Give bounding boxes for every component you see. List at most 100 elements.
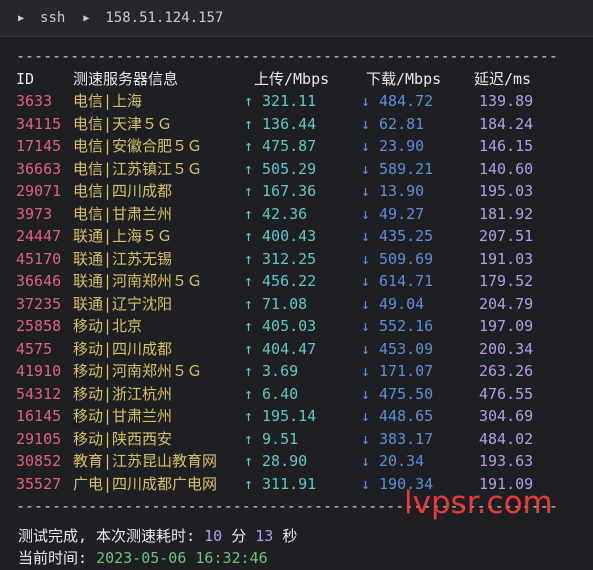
cell-download-value: 383.17 — [379, 429, 434, 448]
cell-upload: ↑ 456.22 — [244, 270, 316, 293]
cell-id: 3973 — [16, 204, 53, 223]
duration-minutes: 10 — [204, 526, 223, 545]
cell-download: ↓ 614.71 — [361, 270, 433, 293]
arrow-up-icon: ↑ — [244, 429, 254, 448]
cell-id: 36663 — [16, 159, 62, 178]
cell-upload: ↑ 167.36 — [244, 180, 316, 203]
breadcrumb-bar: ▶ ssh ▶ 158.51.124.157 — [0, 0, 593, 37]
cell-upload-value: 312.25 — [262, 249, 317, 268]
cell-upload: ↑ 405.03 — [244, 315, 316, 338]
cell-download: ↓ 484.72 — [361, 90, 433, 113]
arrow-down-icon: ↓ — [361, 159, 371, 178]
cell-upload: ↑ 505.29 — [244, 158, 316, 181]
cell-download-value: 23.90 — [379, 137, 425, 155]
header-server: 测速服务器信息 — [73, 69, 179, 88]
arrow-up-icon: ↑ — [244, 204, 254, 223]
cell-latency: 195.03 — [479, 182, 534, 200]
cell-server: 联通|上海５Ｇ — [73, 227, 173, 245]
cell-upload: ↑ 321.11 — [244, 90, 316, 113]
summary: 测试完成, 本次测速耗时: 10 分 13 秒 当前时间: 2023-05-06… — [0, 525, 593, 570]
arrow-down-icon: ↓ — [361, 384, 371, 403]
separator-line: ----------------------------------------… — [16, 47, 558, 65]
arrow-up-icon: ↑ — [244, 249, 254, 268]
cell-download-value: 20.34 — [379, 452, 425, 470]
cell-server: 移动|北京 — [73, 317, 143, 335]
cell-latency: 146.15 — [479, 137, 534, 155]
cell-download-value: 49.27 — [379, 204, 425, 223]
cell-id: 45170 — [16, 249, 62, 268]
table-row: 3633 电信|上海 ↑ 321.11 ↓ 484.72 139.89 — [16, 90, 593, 113]
cell-server: 移动|甘肃兰州 — [73, 407, 173, 425]
arrow-up-icon: ↑ — [244, 227, 254, 245]
cell-download-value: 484.72 — [379, 92, 434, 110]
cell-id: 41910 — [16, 362, 62, 380]
cell-latency: 207.51 — [479, 227, 534, 245]
arrow-up-icon: ↑ — [244, 362, 254, 380]
table-row: 30852 教育|江苏昆山教育网 ↑ 28.90 ↓ 20.34 193.63 — [16, 450, 593, 473]
duration-line: 测试完成, 本次测速耗时: 10 分 13 秒 — [18, 525, 593, 548]
cell-latency: 191.03 — [479, 249, 534, 268]
cell-download: ↓ 49.27 — [361, 203, 424, 226]
cell-upload-value: 9.51 — [262, 429, 299, 448]
cell-upload-value: 475.87 — [262, 137, 317, 155]
arrow-down-icon: ↓ — [361, 227, 371, 245]
arrow-down-icon: ↓ — [361, 114, 371, 133]
current-time-value: 2023-05-06 16:32:46 — [96, 549, 268, 567]
cell-download: ↓ 552.16 — [361, 315, 433, 338]
arrow-down-icon: ↓ — [361, 182, 371, 200]
table-row: 45170 联通|江苏无锡 ↑ 312.25 ↓ 509.69 191.03 — [16, 248, 593, 271]
chevron-right-icon: ▶ — [18, 12, 25, 24]
cell-download: ↓ 435.25 — [361, 225, 433, 248]
cell-download-value: 448.65 — [379, 407, 434, 425]
cell-server: 联通|河南郑州５Ｇ — [73, 272, 203, 290]
cell-server: 移动|浙江杭州 — [73, 384, 173, 403]
cell-download-value: 475.50 — [379, 384, 434, 403]
cell-latency: 140.60 — [479, 159, 534, 178]
arrow-down-icon: ↓ — [361, 204, 371, 223]
cell-server: 广电|四川成都广电网 — [73, 474, 218, 493]
table-row: 25858 移动|北京 ↑ 405.03 ↓ 552.16 197.09 — [16, 315, 593, 338]
cell-id: 3633 — [16, 92, 53, 110]
arrow-down-icon: ↓ — [361, 137, 371, 155]
minutes-unit: 分 — [222, 526, 256, 545]
cell-latency: 181.92 — [479, 204, 534, 223]
cell-latency: 200.34 — [479, 339, 534, 358]
arrow-down-icon: ↓ — [361, 429, 371, 448]
arrow-down-icon: ↓ — [361, 474, 371, 493]
cell-download: ↓ 62.81 — [361, 113, 424, 136]
cell-upload: ↑ 9.51 — [244, 428, 298, 451]
arrow-up-icon: ↑ — [244, 272, 254, 290]
terminal-output[interactable]: ----------------------------------------… — [0, 37, 593, 518]
table-row: 36646 联通|河南郑州５Ｇ ↑ 456.22 ↓ 614.71 179.52 — [16, 270, 593, 293]
table-row: 29105 移动|陕西西安 ↑ 9.51 ↓ 383.17 484.02 — [16, 428, 593, 451]
cell-upload: ↑ 136.44 — [244, 113, 316, 136]
cell-download-value: 589.21 — [379, 159, 434, 178]
arrow-up-icon: ↑ — [244, 92, 254, 110]
cell-server: 移动|陕西西安 — [73, 429, 173, 448]
cell-upload-value: 456.22 — [262, 272, 317, 290]
cell-upload-value: 505.29 — [262, 159, 317, 178]
header-download: 下载/Mbps — [366, 69, 442, 88]
arrow-up-icon: ↑ — [244, 317, 254, 335]
arrow-down-icon: ↓ — [361, 92, 371, 110]
arrow-up-icon: ↑ — [244, 294, 254, 313]
table-row: 16145 移动|甘肃兰州 ↑ 195.14 ↓ 448.65 304.69 — [16, 405, 593, 428]
cell-upload: ↑ 3.69 — [244, 360, 298, 383]
cell-server: 电信|四川成都 — [73, 182, 173, 200]
cell-server: 电信|甘肃兰州 — [73, 204, 173, 223]
header-latency: 延迟/ms — [474, 69, 532, 88]
cell-server: 电信|天津５Ｇ — [73, 114, 173, 133]
arrow-up-icon: ↑ — [244, 182, 254, 200]
breadcrumb-item-host[interactable]: ▶ 158.51.124.157 — [65, 10, 223, 26]
cell-upload: ↑ 311.91 — [244, 473, 316, 496]
cell-upload-value: 136.44 — [262, 114, 317, 133]
cell-upload-value: 6.40 — [262, 384, 299, 403]
chevron-right-icon: ▶ — [83, 12, 90, 24]
cell-server: 移动|河南郑州５Ｇ — [73, 362, 203, 380]
cell-download: ↓ 171.07 — [361, 360, 433, 383]
arrow-down-icon: ↓ — [361, 249, 371, 268]
cell-server: 教育|江苏昆山教育网 — [73, 452, 218, 470]
breadcrumb-item-ssh[interactable]: ▶ ssh — [0, 10, 65, 26]
cell-id: 37235 — [16, 294, 62, 313]
cell-server: 电信|上海 — [73, 92, 143, 110]
